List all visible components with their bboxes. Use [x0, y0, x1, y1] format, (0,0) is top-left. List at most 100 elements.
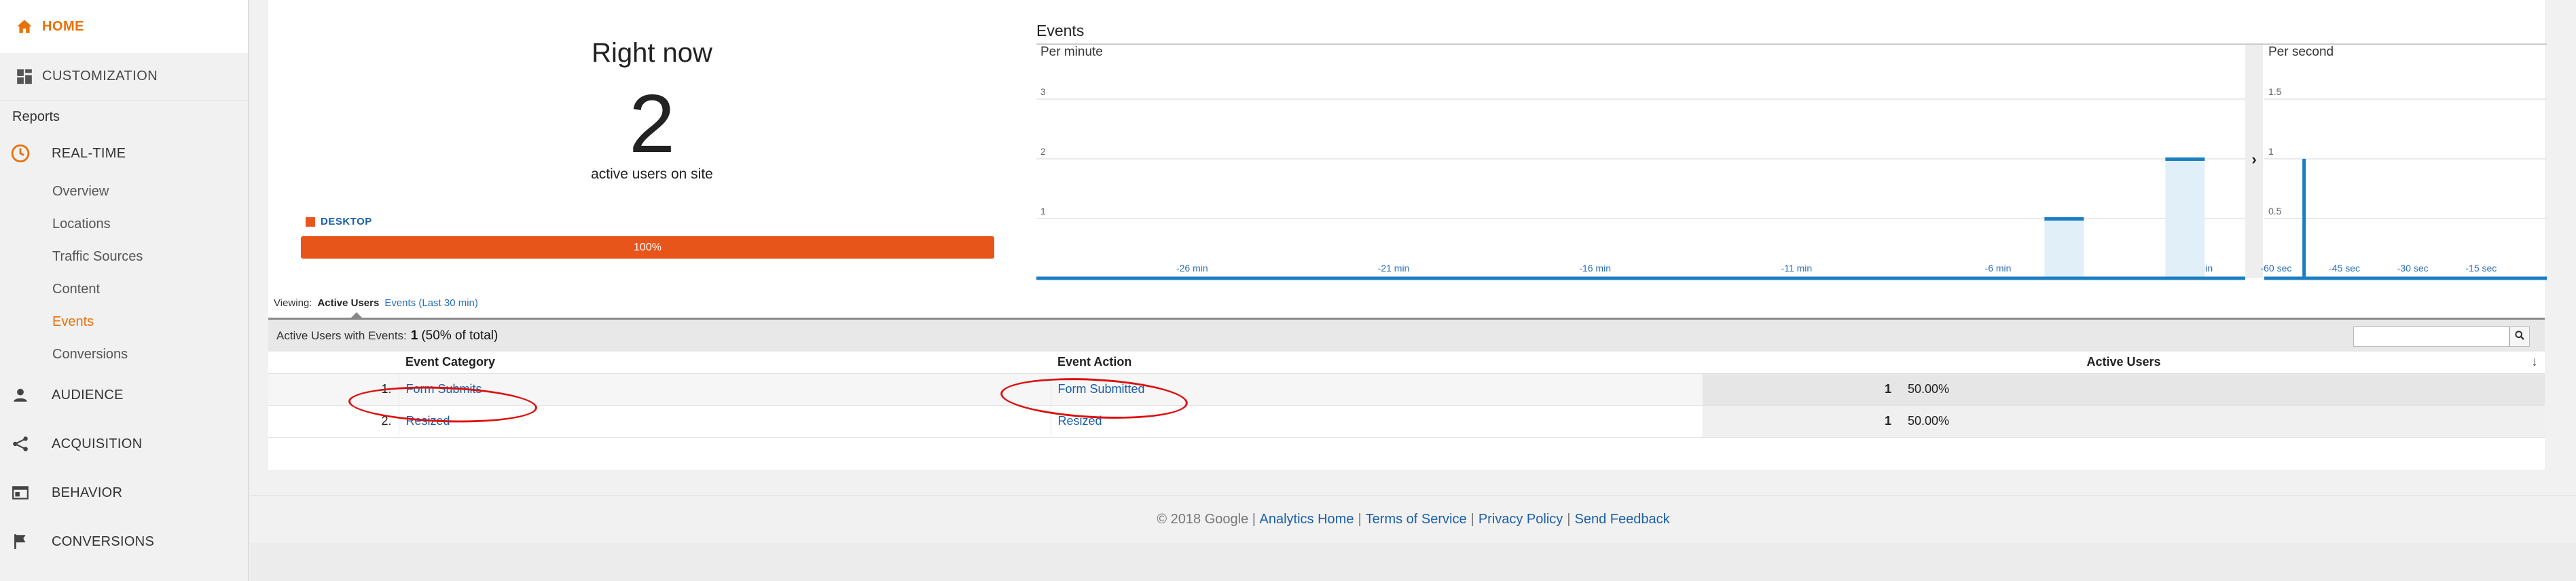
footer-separator: |	[1470, 512, 1474, 527]
chevron-right-icon: ›	[2251, 151, 2256, 168]
sidebar-item-events[interactable]: Events	[0, 305, 248, 338]
per-second-label: Per second	[2268, 45, 2334, 59]
home-icon	[14, 16, 35, 37]
sidebar-item-label: REAL-TIME	[52, 145, 126, 161]
per-minute-bar	[2165, 159, 2205, 278]
active-users-pct: 50.00%	[1900, 405, 2545, 438]
x-tick-label: -30 sec	[2397, 263, 2429, 274]
active-tab-caret	[351, 312, 362, 318]
sidebar-item-conversions-section[interactable]: CONVERSIONS	[0, 517, 248, 566]
analytics-app: HOME CUSTOMIZATION Reports REAL-TIME Ove…	[0, 0, 2576, 581]
table-row: 1. Form Submits Form Submitted 1 50.00%	[268, 373, 2545, 406]
sidebar-item-customization[interactable]: CUSTOMIZATION	[0, 53, 248, 100]
footer-bottom-band	[251, 543, 2576, 581]
right-now-panel: Right now 2 active users on site DESKTOP…	[268, 0, 1036, 285]
table-search-input[interactable]	[2353, 326, 2509, 347]
sidebar-item-audience[interactable]: AUDIENCE	[0, 371, 248, 419]
footer-link-analytics-home[interactable]: Analytics Home	[1260, 512, 1354, 527]
clock-icon	[10, 143, 31, 164]
behavior-icon	[10, 482, 31, 504]
x-tick-label: -11 min	[1781, 263, 1813, 274]
header-active-users[interactable]: Active Users ↓	[1703, 352, 2545, 374]
footer-separator: |	[1358, 512, 1362, 527]
sidebar-item-content[interactable]: Content	[0, 273, 248, 305]
active-user-count: 2	[629, 77, 675, 170]
sidebar-item-label: HOME	[42, 18, 84, 34]
sidebar-item-conversions[interactable]: Conversions	[0, 338, 248, 371]
sidebar-item-home[interactable]: HOME	[0, 0, 248, 53]
reports-heading: Reports	[12, 109, 60, 124]
active-users-pct: 50.00%	[1900, 373, 2545, 406]
events-chart-svg: Per minute 1 2 3 -26 min -21 min -16 min -11 mi…	[1036, 45, 2547, 280]
header-event-category[interactable]: Event Category	[399, 352, 1051, 374]
sidebar-item-locations[interactable]: Locations	[0, 208, 248, 240]
table-row: 2. Resized Resized 1 50.00%	[268, 405, 2545, 438]
per-minute-bar	[2044, 219, 2084, 278]
y-tick-label: 1.5	[2268, 86, 2282, 97]
dashboard-icon	[14, 66, 35, 88]
x-tick-label: -60 sec	[2260, 263, 2291, 274]
realtime-subnav: Overview Locations Traffic Sources Conte…	[0, 174, 248, 371]
footer-link-feedback[interactable]: Send Feedback	[1575, 512, 1670, 527]
sidebar: HOME CUSTOMIZATION Reports REAL-TIME Ove…	[0, 0, 249, 581]
footer-copyright: © 2018 Google |	[1157, 512, 1256, 527]
table-search-button[interactable]	[2509, 326, 2530, 347]
sidebar-item-behavior[interactable]: BEHAVIOR	[0, 468, 248, 517]
table-header-row: Event Category Event Action Active Users…	[268, 352, 2545, 374]
right-now-title: Right now	[592, 38, 712, 68]
x-tick-label: -15 sec	[2465, 263, 2497, 274]
x-tick-label: -6 min	[1985, 263, 2012, 274]
report-card: Right now 2 active users on site DESKTOP…	[268, 0, 2547, 470]
x-tick-label: -45 sec	[2329, 263, 2360, 274]
active-users-subtitle: active users on site	[591, 166, 713, 182]
y-tick-label: 3	[1040, 86, 1046, 97]
device-swatch	[306, 217, 315, 227]
footer: © 2018 Google | Analytics Home | Terms o…	[251, 495, 2576, 543]
sidebar-item-label: ACQUISITION	[52, 436, 143, 451]
per-minute-bar-cap	[2165, 157, 2205, 161]
tab-active-users[interactable]: Active Users	[317, 297, 379, 309]
sidebar-item-label: AUDIENCE	[52, 387, 124, 402]
device-legend: DESKTOP	[306, 216, 372, 227]
tab-events-last-30[interactable]: Events (Last 30 min)	[384, 297, 478, 309]
summary-value: 1	[410, 328, 418, 343]
flag-icon	[10, 531, 31, 552]
viewing-tabs: Viewing: Active Users Events (Last 30 mi…	[274, 297, 478, 309]
per-minute-label: Per minute	[1040, 45, 1103, 59]
sidebar-item-label: CONVERSIONS	[52, 533, 155, 549]
footer-link-terms[interactable]: Terms of Service	[1366, 512, 1467, 527]
header-event-action[interactable]: Event Action	[1051, 352, 1703, 374]
device-label: DESKTOP	[321, 216, 372, 227]
active-users-value: 1	[1703, 373, 1900, 406]
sidebar-item-overview[interactable]: Overview	[0, 175, 248, 208]
x-tick-label: -26 min	[1176, 263, 1208, 274]
sidebar-item-realtime[interactable]: REAL-TIME	[0, 133, 248, 174]
person-icon	[10, 384, 31, 406]
events-table-section: Active Users with Events: 1 (50% of tota…	[268, 318, 2545, 438]
y-tick-label: 2	[1040, 146, 1046, 157]
table-summary-bar: Active Users with Events: 1 (50% of tota…	[268, 318, 2545, 352]
y-tick-label: 0.5	[2268, 206, 2282, 217]
sidebar-item-label: BEHAVIOR	[52, 485, 123, 500]
active-users-value: 1	[1703, 405, 1900, 438]
y-tick-label: 1	[2268, 146, 2274, 157]
sidebar-item-label: CUSTOMIZATION	[42, 69, 158, 83]
device-share-bar: 100%	[301, 236, 994, 259]
header-active-users-label: Active Users	[2086, 355, 2161, 369]
device-share-pct: 100%	[634, 241, 661, 253]
events-chart-title: Events	[1036, 22, 1085, 39]
per-minute-bar-cap	[2044, 217, 2084, 221]
per-second-bar	[2302, 159, 2306, 278]
footer-link-privacy[interactable]: Privacy Policy	[1479, 512, 1563, 527]
y-tick-label: 1	[1040, 206, 1046, 217]
sort-down-icon[interactable]: ↓	[2531, 354, 2538, 370]
x-tick-label: -16 min	[1579, 263, 1611, 274]
summary-pct: (50% of total)	[421, 328, 498, 343]
viewing-label: Viewing:	[274, 297, 312, 309]
x-tick-label: -21 min	[1378, 263, 1410, 274]
main-content: Right now 2 active users on site DESKTOP…	[251, 0, 2576, 581]
summary-label: Active Users with Events:	[276, 329, 407, 342]
sidebar-item-traffic-sources[interactable]: Traffic Sources	[0, 240, 248, 273]
footer-separator: |	[1567, 512, 1571, 527]
sidebar-item-acquisition[interactable]: ACQUISITION	[0, 419, 248, 468]
